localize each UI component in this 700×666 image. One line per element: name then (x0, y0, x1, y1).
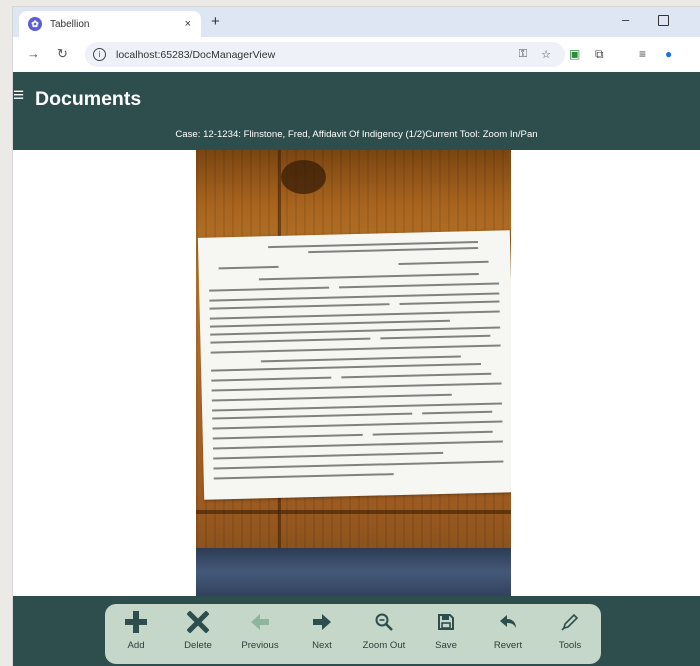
form-text-line (211, 393, 452, 402)
reload-icon[interactable]: ↻ (57, 46, 68, 62)
form-text-line (209, 292, 500, 302)
form-text-line (212, 433, 363, 440)
form-text-line (372, 430, 493, 436)
revert-icon (498, 604, 518, 640)
form-text-line (212, 412, 413, 420)
board-seam-horizontal (196, 510, 511, 514)
previous-button[interactable]: Previous (229, 604, 291, 664)
new-tab-button[interactable]: + (211, 13, 220, 30)
hamburger-menu-icon[interactable]: ≡ (13, 86, 24, 105)
arrow-left-icon (249, 604, 271, 640)
form-text-line (210, 344, 501, 354)
document-image[interactable] (196, 150, 511, 596)
minimize-button[interactable]: – (622, 12, 629, 27)
action-toolbar: Add Delete Previous Next Zoom Out Save Revert T… (105, 604, 601, 664)
form-text-line (212, 420, 503, 430)
form-text-line (209, 286, 330, 292)
address-bar[interactable]: i localhost:65283/DocManagerView ⚿ ☆ (85, 42, 565, 67)
form-text-line (213, 460, 504, 470)
profile-avatar-icon[interactable]: ● (665, 47, 672, 61)
zoom-out-button[interactable]: Zoom Out (353, 604, 415, 664)
scanned-form-paper (197, 230, 511, 500)
browser-window: ✿ Tabellion × + – → ↻ i localhost:65283/… (13, 7, 700, 666)
form-text-line (260, 355, 461, 363)
action-label: Add (127, 640, 145, 651)
form-text-line (339, 282, 500, 289)
form-text-line (211, 362, 482, 372)
form-text-line (209, 319, 450, 328)
form-text-line (218, 265, 279, 270)
form-text-line (341, 372, 492, 379)
form-text-line (213, 473, 394, 480)
arrow-right-icon (311, 604, 333, 640)
browser-tab[interactable]: ✿ Tabellion × (19, 11, 201, 37)
form-text-line (422, 410, 493, 415)
form-text-line (213, 451, 444, 460)
extensions-puzzle-icon[interactable]: ⧉ (595, 47, 604, 62)
document-viewer[interactable] (13, 150, 700, 596)
form-text-line (380, 334, 491, 340)
form-text-line (212, 440, 503, 450)
form-text-line (211, 376, 332, 382)
browser-toolbar: → ↻ i localhost:65283/DocManagerView ⚿ ☆… (13, 37, 700, 72)
url-text: localhost:65283/DocManagerView (116, 48, 276, 61)
action-label: Save (435, 640, 457, 651)
site-info-icon[interactable]: i (93, 48, 106, 61)
extension-folder-icon[interactable]: ▣ (569, 47, 580, 61)
media-controls-icon[interactable]: ≡ (639, 47, 646, 61)
wood-knot (281, 160, 326, 194)
app-header: ≡ Documents Case: 12-1234: Flinstone, Fr… (13, 72, 700, 150)
app-favicon-icon: ✿ (28, 17, 42, 31)
maximize-button[interactable] (658, 15, 669, 26)
next-button[interactable]: Next (291, 604, 353, 664)
action-label: Zoom Out (362, 640, 406, 651)
form-text-line (209, 310, 500, 320)
form-text-line (258, 272, 479, 281)
tools-button[interactable]: Tools (539, 604, 601, 664)
pen-icon (560, 604, 580, 640)
page-title: Documents (35, 88, 142, 110)
action-label: Next (312, 640, 332, 651)
plus-icon (123, 604, 149, 640)
revert-button[interactable]: Revert (477, 604, 539, 664)
action-label: Revert (493, 640, 523, 651)
zoom-out-icon (374, 604, 394, 640)
form-text-line (308, 247, 479, 254)
action-label: Tools (558, 640, 582, 651)
delete-button[interactable]: Delete (167, 604, 229, 664)
bookmark-star-icon[interactable]: ☆ (541, 48, 551, 61)
action-label: Delete (184, 640, 212, 651)
form-text-line (209, 303, 390, 310)
form-text-line (399, 300, 500, 305)
action-label: Previous (241, 640, 279, 651)
x-icon (187, 604, 209, 640)
form-text-line (210, 326, 501, 336)
form-text-line (212, 402, 503, 412)
add-button[interactable]: Add (105, 604, 167, 664)
case-status-line: Case: 12-1234: Flinstone, Fred, Affidavi… (175, 129, 538, 140)
save-button[interactable]: Save (415, 604, 477, 664)
password-key-icon[interactable]: ⚿ (519, 48, 527, 61)
form-text-line (210, 337, 371, 344)
tab-title: Tabellion (50, 18, 90, 30)
form-text-line (211, 382, 502, 392)
save-icon (437, 604, 455, 640)
forward-icon[interactable]: → (27, 46, 40, 61)
tab-close-icon[interactable]: × (185, 18, 191, 30)
form-text-line (398, 260, 489, 265)
fabric-edge (196, 548, 511, 596)
tab-strip: ✿ Tabellion × + – (13, 7, 700, 37)
bottom-bar: Add Delete Previous Next Zoom Out Save Revert T… (13, 596, 700, 666)
